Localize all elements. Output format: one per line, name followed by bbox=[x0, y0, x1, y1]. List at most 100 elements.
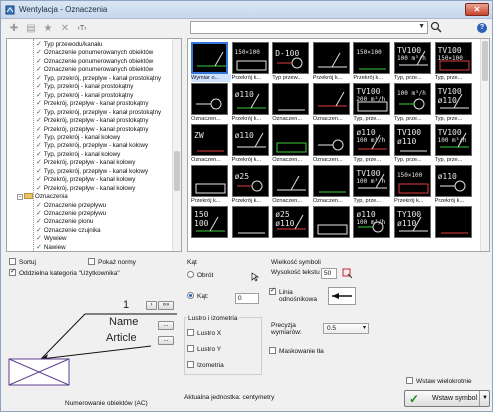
tree-item[interactable]: ✓ Przekrój, przepływ - kanał kołowy bbox=[36, 185, 135, 193]
show-norms-checkbox-box[interactable] bbox=[88, 258, 95, 265]
pick-height-icon[interactable] bbox=[342, 268, 353, 279]
tree-item[interactable]: ✓ Typ, przekrój, przepływ - kanał kołowy bbox=[36, 142, 148, 150]
tree-item[interactable]: ✓ Oznaczenie ponumerowanych obiektów bbox=[36, 58, 153, 66]
symbol-tile[interactable]: TV100 100 m³/h Typ, prze... bbox=[394, 42, 431, 82]
symbol-tile[interactable]: ø110 100 m³/h Typ, prze... bbox=[353, 124, 391, 164]
symbol-tile[interactable] bbox=[231, 206, 269, 246]
tree-item[interactable]: ✓ Typ, przekrój - kanał prostokątny bbox=[36, 83, 133, 91]
tree-item[interactable]: ✓ Przekrój, przepływ - kanał prostokątny bbox=[36, 126, 148, 134]
insert-multiple-checkbox-box[interactable] bbox=[406, 377, 413, 384]
rotation-radio[interactable]: Obrót bbox=[187, 271, 213, 280]
tree-item[interactable]: ✓ Oznaczenie czujnika bbox=[36, 227, 101, 235]
tree-item[interactable]: ✓ Przekrój, przepływ - kanał prostokątny bbox=[36, 100, 148, 108]
masking-checkbox-box[interactable] bbox=[269, 347, 276, 354]
separate-category-checkbox-box[interactable] bbox=[9, 268, 16, 276]
symbol-tile[interactable]: ø110 Przekrój k... bbox=[231, 83, 269, 123]
mirror-y-checkbox[interactable]: Lustro Y bbox=[187, 345, 221, 354]
sort-checkbox[interactable]: Sortuj bbox=[9, 258, 36, 267]
gallery-scrollbar[interactable] bbox=[480, 39, 489, 251]
text-height-input[interactable]: 50 bbox=[321, 268, 337, 279]
symbol-tile[interactable]: TV100 100 m³/h Typ, prze... bbox=[353, 165, 391, 205]
masking-checkbox[interactable]: Maskowanie tła bbox=[269, 347, 324, 356]
gallery-scrollbar-thumb[interactable] bbox=[482, 41, 488, 81]
symbol-tile[interactable]: D-100 Typ przew... bbox=[272, 42, 310, 82]
tree-item[interactable]: ✓ Przekrój, przepływ - kanał kołowy bbox=[36, 159, 135, 167]
sort-checkbox-box[interactable] bbox=[9, 258, 16, 265]
symbol-tile[interactable]: TV100 150×100 Typ, prze... bbox=[434, 42, 472, 82]
tree-item[interactable]: ✓ Nawiew bbox=[36, 244, 66, 251]
collapse-icon[interactable]: − bbox=[17, 194, 23, 201]
symbol-tile[interactable]: TY100 ø110 bbox=[394, 206, 431, 246]
symbol-tile[interactable]: TV100 ø110 Typ, prze... bbox=[434, 83, 472, 123]
chevron-down-icon[interactable]: ▼ bbox=[479, 391, 490, 406]
symbol-gallery[interactable]: Wymiar o... 150×100 Przekrój k... D-100 Typ … bbox=[187, 38, 490, 252]
symbol-tile[interactable]: ø25 ø110 bbox=[272, 206, 310, 246]
tree-folder[interactable]: − Oznaczenia bbox=[17, 193, 68, 201]
rotation-radio-dot[interactable] bbox=[187, 271, 194, 278]
favorite-icon[interactable]: ★ bbox=[41, 22, 55, 36]
symbol-tile[interactable]: ZW Oznaczen... bbox=[191, 124, 228, 164]
leader-line-checkbox[interactable] bbox=[269, 287, 279, 297]
tree-scrollbar[interactable] bbox=[172, 39, 181, 251]
mirror-x-checkbox[interactable]: Lustro X bbox=[187, 329, 221, 338]
tree-item[interactable]: ✓ Oznaczenie przepływu bbox=[36, 202, 106, 210]
symbol-tile[interactable] bbox=[312, 206, 350, 246]
symbol-tile[interactable]: 150×100 Przekrój k... bbox=[353, 42, 391, 82]
symbol-tile[interactable]: Oznaczen... bbox=[272, 124, 310, 164]
mirror-x-checkbox-box[interactable] bbox=[187, 329, 194, 336]
symbol-tile[interactable]: Przekrój k... bbox=[191, 165, 228, 205]
mirror-y-checkbox-box[interactable] bbox=[187, 345, 194, 352]
symbol-tile[interactable]: ø25 Przekrój k... bbox=[231, 165, 269, 205]
symbol-tile[interactable]: Przekrój k... bbox=[312, 42, 350, 82]
symbol-tile[interactable]: 150×100 Przekrój k... bbox=[231, 42, 269, 82]
symbol-tile[interactable]: TV100 100 m³/h Typ, prze... bbox=[434, 124, 472, 164]
angle-radio[interactable]: Kąt: bbox=[187, 292, 209, 301]
symbol-tile[interactable]: TV100 ø110 Typ, prze... bbox=[394, 124, 431, 164]
symbol-tile[interactable]: 100 m³/h Typ, prze... bbox=[394, 83, 431, 123]
angle-radio-dot[interactable] bbox=[187, 292, 194, 299]
search-combobox[interactable]: ▼ bbox=[190, 21, 428, 34]
symbol-tile[interactable]: Oznaczen... bbox=[312, 83, 350, 123]
symbol-tile[interactable]: Oznaczen... bbox=[312, 124, 350, 164]
text-tool-icon[interactable]: ‹T› bbox=[75, 22, 89, 36]
tree-item[interactable]: ✓ Typ, przekrój - kanał kołowy bbox=[36, 151, 120, 159]
category-tree[interactable]: ✓ Typ przewodu/kanału ✓ Oznaczenie ponumero… bbox=[6, 38, 182, 252]
symbol-tile[interactable]: Oznaczen... bbox=[312, 165, 350, 205]
symbol-tile[interactable]: ø110 Przekrój k... bbox=[434, 165, 472, 205]
symbol-tile[interactable] bbox=[434, 206, 472, 246]
symbol-tile[interactable]: Oznaczen... bbox=[272, 83, 310, 123]
leader-line-checkbox-box[interactable] bbox=[269, 287, 276, 295]
tree-item[interactable]: ✓ Oznaczenie przepływu bbox=[36, 210, 106, 218]
symbol-tile[interactable]: Wymiar o... bbox=[191, 42, 231, 82]
copy-icon[interactable]: ▤ bbox=[24, 22, 38, 36]
tree-item[interactable]: ✓ Wywiew bbox=[36, 235, 67, 243]
tree-item[interactable]: ✓ Przekrój, przepływ - kanał prostokątny bbox=[36, 117, 148, 125]
tree-item[interactable]: ✓ Typ, przekrój, przepływ - kanał prostok… bbox=[36, 75, 161, 83]
delete-icon[interactable]: ✕ bbox=[58, 22, 72, 36]
tree-scrollbar-thumb[interactable] bbox=[174, 151, 180, 191]
leader-style-picker[interactable] bbox=[328, 287, 356, 305]
symbol-tile[interactable]: ø110 Przekrój k... bbox=[231, 124, 269, 164]
tree-item[interactable]: ✓ Oznaczenie ponumerowanych obiektów bbox=[36, 49, 153, 57]
isometry-checkbox-box[interactable] bbox=[187, 361, 194, 368]
chevron-down-icon[interactable]: ▼ bbox=[418, 23, 425, 30]
insert-multiple-checkbox[interactable]: Wstaw wielokrotnie bbox=[406, 377, 472, 386]
angle-input[interactable]: 0 bbox=[235, 293, 259, 304]
add-icon[interactable]: ✚ bbox=[7, 22, 21, 36]
precision-select[interactable]: 0.5 ▾ bbox=[323, 323, 369, 334]
tree-item[interactable]: ✓ Typ, przekrój - kanał prostokątny bbox=[36, 92, 133, 100]
close-button[interactable]: ✕ bbox=[465, 3, 489, 16]
tree-item[interactable]: ✓ Typ, przekrój, przepływ - kanał kołowy bbox=[36, 168, 148, 176]
tree-item[interactable]: ✓ Oznaczenie pionu bbox=[36, 218, 93, 226]
isometry-checkbox[interactable]: Izometria bbox=[187, 361, 224, 370]
tree-item[interactable]: ✓ Oznaczenie ponumerowanych obiektów bbox=[36, 66, 153, 74]
tree-item[interactable]: ✓ Typ przewodu/kanału bbox=[36, 41, 102, 49]
symbol-tile[interactable]: ø110 100 m³/h bbox=[353, 206, 391, 246]
help-icon[interactable]: ? bbox=[477, 23, 487, 33]
symbol-tile[interactable]: Oznaczen... bbox=[272, 165, 310, 205]
tree-item[interactable]: ✓ Typ, przekrój - kanał kołowy bbox=[36, 134, 120, 142]
symbol-tile[interactable]: 150 100 bbox=[191, 206, 228, 246]
insert-symbol-button[interactable]: ✓ Wstaw symbol ▼ bbox=[404, 390, 490, 407]
separate-category-checkbox[interactable]: Oddzielna kategoria "Użytkownika" bbox=[9, 268, 120, 278]
tree-item[interactable]: ✓ Typ, przekrój, przepływ - kanał prostok… bbox=[36, 109, 161, 117]
